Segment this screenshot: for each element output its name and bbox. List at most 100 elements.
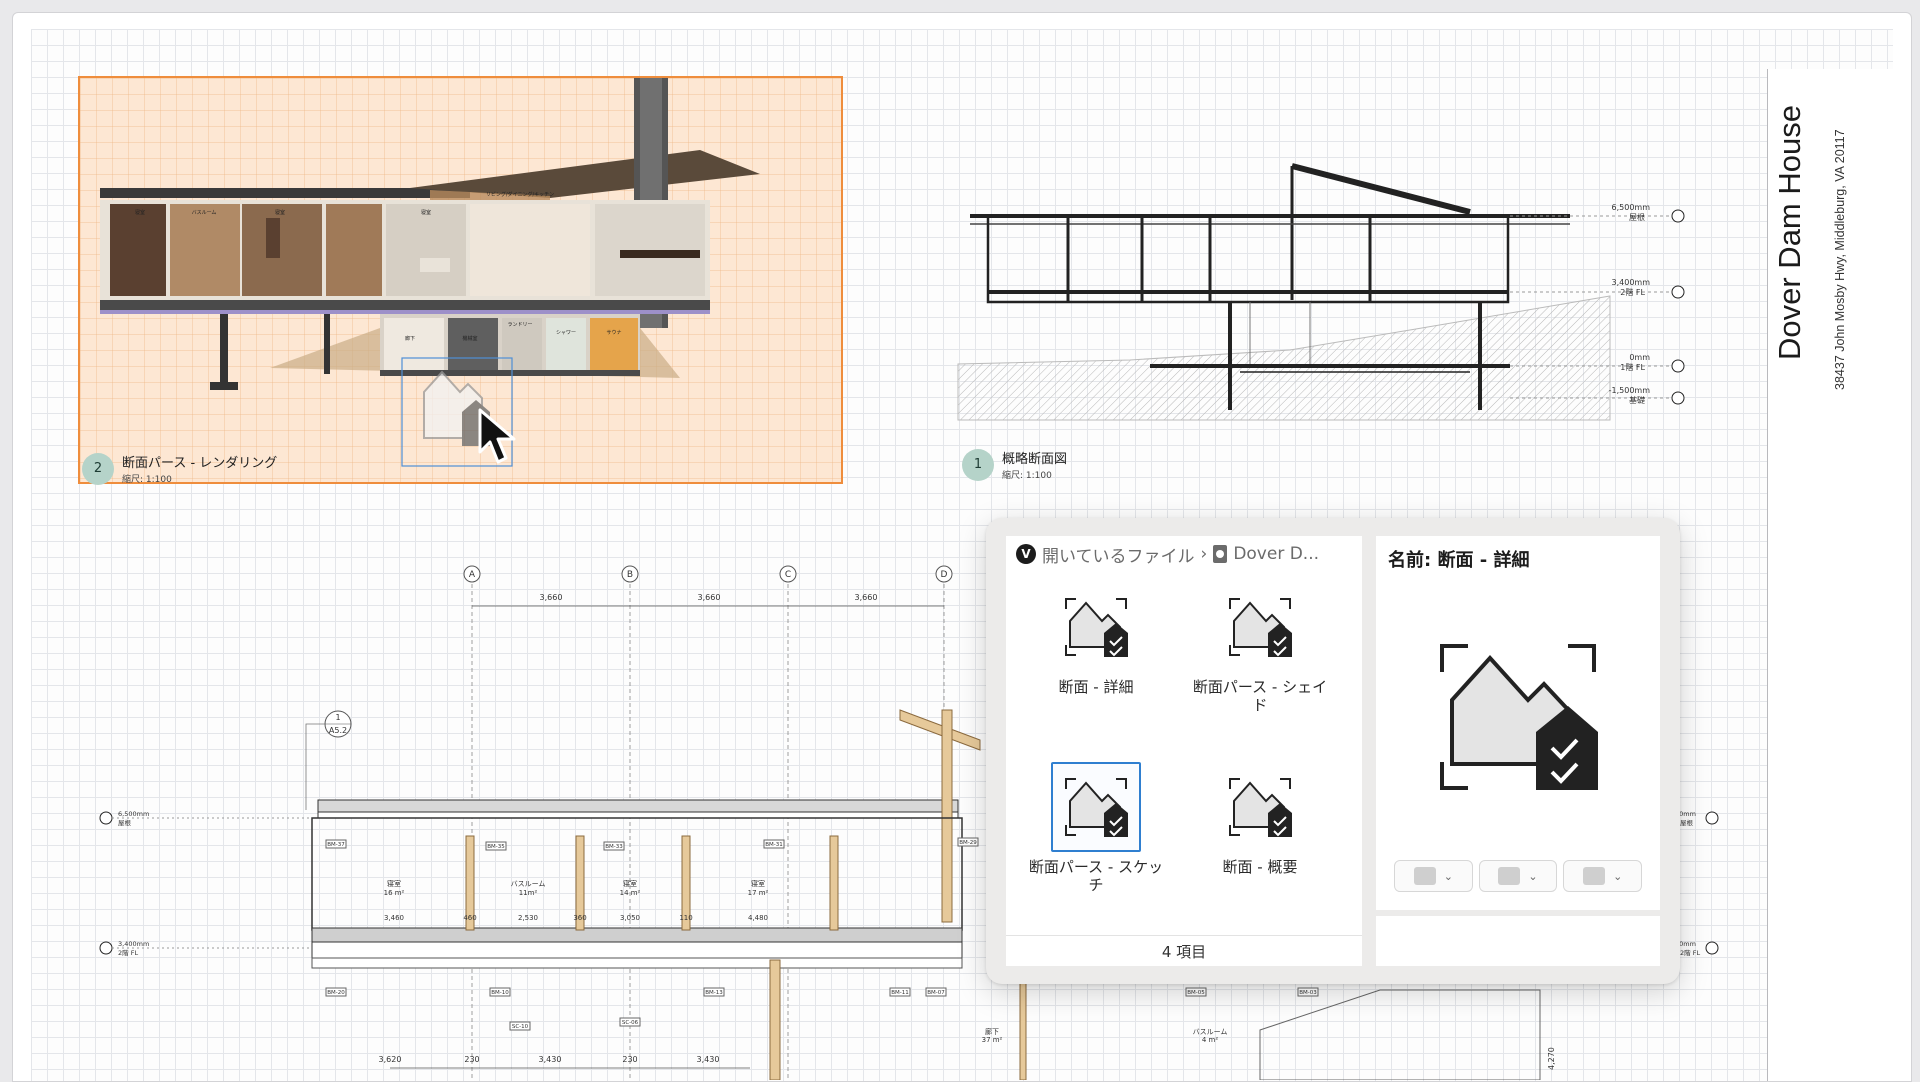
beam-tag: BM-05 [1187, 990, 1205, 996]
breadcrumb-open-files[interactable]: 開いているファイル [1042, 542, 1195, 567]
preview-name: 名前: 断面 - 詳細 [1388, 550, 1530, 571]
view-title-text: 断面パース - レンダリング [122, 456, 278, 471]
breadcrumb: V 開いているファイル › Dover D... [1016, 536, 1356, 572]
elevation-marker-icon [99, 941, 113, 955]
grid-bubble-label: A [469, 570, 476, 580]
grid-bubble-label: B [627, 570, 633, 580]
grid-bubble-label: C [785, 570, 791, 580]
resource-tile-label: 断面 - 詳細 [1058, 678, 1134, 696]
elevation-label: 2階 FL [1620, 287, 1645, 297]
dimension-text: 4,270 [1547, 1047, 1556, 1070]
beam-tag: BM-33 [605, 844, 623, 850]
elevation-value: 0mm [1629, 353, 1650, 362]
view-title-1: 1 概略断面図 縮尺: 1:100 [962, 448, 1067, 481]
style-dropdown-house[interactable]: ⌄ [1394, 860, 1473, 892]
style-dropdown-teapot[interactable]: ⌄ [1563, 860, 1643, 892]
room-name: 廊下 [985, 1027, 999, 1036]
style-dropdown-crystal[interactable]: ⌄ [1478, 860, 1558, 892]
resource-tile-section-detail[interactable]: 断面 - 詳細 [1026, 582, 1166, 696]
level-label: 屋根 [1680, 818, 1694, 827]
room-width: 3,460 [384, 914, 404, 922]
beam-tag: BM-29 [959, 840, 977, 846]
view-title-text: 概略断面図 [1002, 452, 1068, 467]
resource-tile-section-overview[interactable]: 断面 - 概要 [1190, 762, 1330, 876]
chevron-down-icon: ⌄ [1443, 869, 1453, 883]
room-area: 37 m² [982, 1036, 1003, 1044]
room-area: 16 m² [384, 889, 405, 897]
room-width: 2,530 [518, 914, 538, 922]
room-name: 寝室 [387, 879, 401, 888]
room-label: 寝室 [421, 209, 431, 216]
crystal-style-icon [1498, 867, 1521, 885]
elevation-marker-icon [1705, 811, 1719, 825]
room-area: 4 m² [1202, 1036, 1218, 1044]
chevron-down-icon: ⌄ [1528, 869, 1538, 883]
room-label: ランドリー [507, 322, 532, 328]
project-address: 38437 John Mosby Hwy, Middleburg, VA 201… [1833, 129, 1847, 390]
dimension-text: 230 [464, 1055, 479, 1064]
beam-tag: BM-11 [891, 990, 909, 996]
wall-dimension: 360 [573, 914, 586, 922]
level-label: 2階 FL [118, 948, 138, 957]
room-name: 寝室 [623, 879, 637, 888]
level-label: 2階 FL [1680, 948, 1700, 957]
app-logo-icon: V [1016, 544, 1036, 564]
resource-grid: 断面 - 詳細 断面パース - シェイド 断面パース - スケッチ 断面 - 概… [1006, 576, 1362, 926]
elevation-value: 6,500mm [1612, 203, 1651, 212]
dimension-text: 3,660 [540, 593, 563, 602]
section-style-preview-icon [1426, 636, 1610, 804]
beam-tag: BM-13 [705, 990, 723, 996]
section-style-icon [1051, 762, 1141, 852]
column-tag: SC-06 [622, 1020, 639, 1026]
room-area: 11m² [519, 889, 538, 897]
resource-tile-perspective-shade[interactable]: 断面パース - シェイド [1190, 582, 1330, 714]
wall-dimension: 110 [679, 914, 692, 922]
elevation-marker-icon [1671, 391, 1685, 405]
elevation-marker-icon [1671, 285, 1685, 299]
room-width: 4,480 [748, 914, 768, 922]
render-style-options: ⌄ ⌄ ⌄ [1394, 860, 1643, 892]
level-value: 6,500mm [118, 810, 149, 818]
room-area: 14 m² [620, 889, 641, 897]
room-label: 廊下 [405, 335, 415, 342]
section-style-icon [1215, 582, 1305, 672]
room-label: サウナ [606, 329, 621, 336]
dimension-text: 3,430 [539, 1055, 562, 1064]
item-count: 4 項目 [1006, 935, 1362, 966]
resource-tile-label: 断面 - 概要 [1222, 858, 1298, 876]
viewport-section-render[interactable]: 寝室 バスルーム 寝室 寝室 リビング/ダイニング/キッチン 廊下 機械室 ラン… [78, 76, 843, 484]
beam-tag: BM-07 [927, 990, 945, 996]
chevron-down-icon: ⌄ [1613, 869, 1623, 883]
view-number-badge: 1 [962, 448, 994, 481]
section-render-image: 寝室 バスルーム 寝室 寝室 リビング/ダイニング/キッチン 廊下 機械室 ラン… [100, 78, 760, 467]
room-width: 3,050 [620, 914, 640, 922]
breadcrumb-current-file[interactable]: Dover D... [1233, 544, 1319, 564]
resource-selector-panel[interactable]: V 開いているファイル › Dover D... 断面 - 詳細 断面パース -… [986, 518, 1680, 984]
room-area: 17 m² [748, 889, 769, 897]
beam-tag: BM-10 [491, 990, 509, 996]
column-tag: SC-10 [512, 1024, 529, 1030]
dimension-text: 230 [622, 1055, 637, 1064]
room-label: リビング/ダイニング/キッチン [486, 191, 554, 198]
resource-tile-label: 断面パース - シェイド [1192, 678, 1328, 714]
elevation-value: -1,500mm [1609, 386, 1651, 395]
room-name: バスルーム [1193, 1028, 1228, 1036]
elevation-label: 1階 FL [1620, 362, 1645, 372]
dimension-text: 3,660 [855, 593, 878, 602]
resource-browser: V 開いているファイル › Dover D... 断面 - 詳細 断面パース -… [1006, 536, 1362, 966]
room-label: バスルーム [192, 210, 217, 216]
schematic-section-drawing[interactable]: 6,500mm 屋根 3,400mm 2階 FL 0mm 1階 FL -1,50… [950, 150, 1720, 440]
resource-info-area [1376, 916, 1660, 966]
elevation-label: 基礎 [1629, 395, 1645, 405]
level-label: 屋根 [118, 818, 132, 827]
file-icon [1213, 545, 1228, 563]
house-style-icon [1413, 867, 1436, 885]
room-label: 寝室 [275, 209, 285, 216]
resource-tile-perspective-sketch[interactable]: 断面パース - スケッチ [1026, 762, 1166, 894]
beam-tag: BM-35 [487, 844, 505, 850]
view-scale-text: 縮尺: 1:100 [122, 475, 172, 485]
view-title-2: 2 断面パース - レンダリング 縮尺: 1:100 [82, 452, 277, 485]
dimension-text: 3,430 [697, 1055, 720, 1064]
room-label: 寝室 [135, 209, 145, 216]
dimension-text: 3,620 [379, 1055, 402, 1064]
